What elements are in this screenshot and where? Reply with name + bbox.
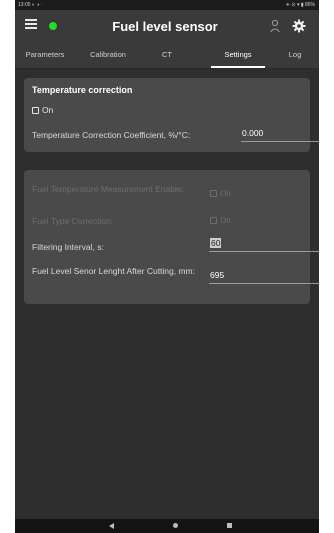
back-icon[interactable] bbox=[109, 523, 114, 529]
fuel-type-correction-checkbox[interactable]: On bbox=[210, 216, 231, 225]
temperature-correction-checkbox[interactable]: On bbox=[32, 105, 53, 115]
checkbox-label: On bbox=[42, 105, 54, 115]
fuel-temp-measurement-checkbox[interactable]: On bbox=[210, 189, 231, 198]
app-title: Fuel level sensor bbox=[112, 19, 218, 34]
sensor-settings-card: Fuel Temperature Measurement Enable: On … bbox=[24, 170, 319, 304]
checkbox-label: On bbox=[220, 216, 231, 225]
fuel-temp-measurement-label: Fuel Temperature Measurement Enable: bbox=[32, 184, 184, 194]
status-system-icons: ∗ ⊙ ▾ ▮ 86% bbox=[285, 2, 315, 8]
home-icon[interactable] bbox=[173, 523, 178, 528]
tab-bar: Parameters Calibration CT Settings Log bbox=[15, 44, 319, 69]
device-screen: 13:05 ◐ ◑ · ∗ ⊙ ▾ ▮ 86% Fuel level senso… bbox=[15, 0, 319, 533]
status-clock: 13:05 bbox=[18, 2, 31, 8]
menu-icon[interactable] bbox=[25, 19, 37, 31]
tab-ct[interactable]: CT bbox=[141, 44, 193, 69]
filtering-interval-value: 60 bbox=[210, 238, 222, 248]
user-icon[interactable] bbox=[269, 19, 281, 33]
tab-parameters[interactable]: Parameters bbox=[15, 44, 75, 69]
status-bar: 13:05 ◐ ◑ · ∗ ⊙ ▾ ▮ 86% bbox=[15, 0, 319, 10]
app-bar: Fuel level sensor bbox=[15, 10, 319, 44]
status-time: 13:05 ◐ ◑ · bbox=[18, 2, 42, 8]
recent-apps-icon[interactable] bbox=[227, 523, 232, 528]
correction-coefficient-input[interactable]: 0.000 bbox=[241, 128, 319, 142]
sensor-length-label: Fuel Level Senor Lenght After Cutting, m… bbox=[32, 266, 196, 276]
checkbox-icon bbox=[32, 106, 39, 114]
filtering-interval-input[interactable]: 60 bbox=[209, 238, 319, 252]
temperature-correction-card: Temperature correction On Temperature Co… bbox=[24, 78, 319, 152]
checkbox-icon bbox=[210, 217, 217, 224]
connection-status-dot bbox=[49, 22, 57, 30]
checkbox-icon bbox=[210, 190, 217, 197]
checkbox-label: On bbox=[220, 189, 231, 198]
correction-coefficient-label: Temperature Correction Coefficient, %/°C… bbox=[32, 130, 191, 140]
sensor-length-input[interactable]: 695 bbox=[209, 270, 319, 284]
status-notification-icons: ◐ ◑ · bbox=[31, 2, 43, 8]
fuel-type-correction-label: Fuel Type Correction: bbox=[32, 216, 114, 226]
temperature-correction-title: Temperature correction bbox=[32, 85, 133, 95]
system-navigation-bar bbox=[15, 519, 319, 533]
gear-icon[interactable] bbox=[292, 19, 306, 33]
filtering-interval-label: Filtering Interval, s: bbox=[32, 242, 104, 252]
tab-log[interactable]: Log bbox=[271, 44, 319, 69]
tab-settings[interactable]: Settings bbox=[205, 44, 271, 69]
tab-calibration[interactable]: Calibration bbox=[75, 44, 141, 69]
